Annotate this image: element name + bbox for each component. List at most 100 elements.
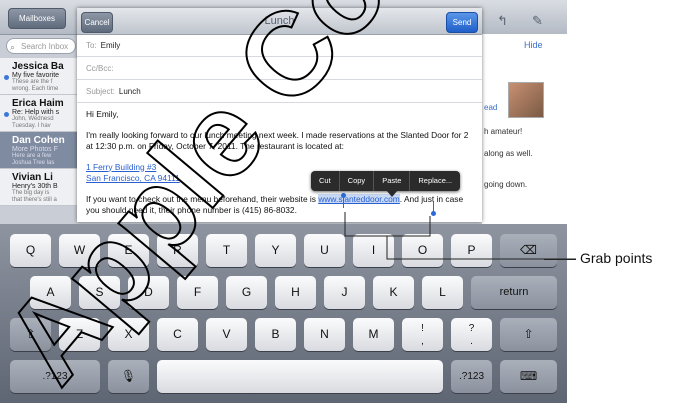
key-l[interactable]: L	[422, 276, 463, 309]
reply-icon[interactable]: ↰	[497, 13, 508, 29]
backspace-key[interactable]: ⌫	[500, 234, 557, 267]
key-p[interactable]: P	[451, 234, 492, 267]
address-link[interactable]: 1 Ferry Building #3	[86, 162, 156, 172]
key-bottom-char: .	[470, 336, 473, 347]
cc-bcc-label: Cc/Bcc:	[86, 64, 114, 73]
key-y[interactable]: Y	[255, 234, 296, 267]
compose-icon[interactable]: ✎	[532, 13, 543, 29]
detail-text: h amateur!	[484, 127, 523, 136]
compose-toolbar: Lunch Cancel Send	[77, 8, 482, 35]
ipad-screen: Mailboxes ↰ ✎ ⌕ Search Inbox Jessica Ba …	[0, 0, 567, 403]
microphone-icon: 🎙	[120, 369, 137, 383]
key-question[interactable]: ? .	[451, 318, 492, 351]
dictation-key[interactable]: 🎙	[108, 360, 149, 393]
list-item[interactable]: Dan Cohen More Photos F Here are a few J…	[0, 132, 85, 169]
end-grab-point[interactable]	[431, 211, 436, 216]
key-h[interactable]: H	[275, 276, 316, 309]
return-key[interactable]: return	[471, 276, 557, 309]
key-e[interactable]: E	[108, 234, 149, 267]
key-x[interactable]: X	[108, 318, 149, 351]
message-preview: Here are a few	[12, 153, 52, 159]
cancel-button[interactable]: Cancel	[81, 12, 113, 33]
cut-menu-item[interactable]: Cut	[311, 171, 340, 191]
to-field[interactable]: To: Emily	[77, 34, 482, 57]
delete-icon: ⌫	[520, 243, 537, 257]
message-body[interactable]: Hi Emily, I'm really looking forward to …	[86, 109, 476, 226]
paste-menu-item[interactable]: Paste	[374, 171, 411, 191]
cc-bcc-field[interactable]: Cc/Bcc:	[77, 57, 482, 80]
to-value: Emily	[100, 41, 121, 50]
key-bottom-char: ,	[421, 336, 424, 347]
key-top-char: ?	[468, 323, 475, 334]
message-subject: Henry's 30th B	[12, 183, 58, 190]
hide-button[interactable]: Hide	[524, 40, 543, 50]
key-k[interactable]: K	[373, 276, 414, 309]
search-icon: ⌕	[10, 42, 16, 52]
numbers-key[interactable]: .?123	[10, 360, 100, 393]
subject-field[interactable]: Subject: Lunch	[77, 80, 482, 103]
to-label: To:	[86, 41, 97, 50]
subject-value: Lunch	[118, 87, 141, 96]
key-j[interactable]: J	[324, 276, 365, 309]
space-bar[interactable]	[157, 360, 443, 393]
detail-text: going down.	[484, 180, 528, 189]
key-v[interactable]: V	[206, 318, 247, 351]
unread-dot	[4, 75, 9, 80]
message-preview: Joshua Tree las	[12, 160, 55, 166]
message-preview: John, Wednesd	[12, 116, 54, 122]
key-c[interactable]: C	[157, 318, 198, 351]
key-u[interactable]: U	[304, 234, 345, 267]
key-a[interactable]: A	[30, 276, 71, 309]
key-f[interactable]: F	[177, 276, 218, 309]
edit-menu: Cut Copy Paste Replace...	[311, 171, 461, 191]
greeting-text: Hi Emily,	[86, 109, 119, 119]
body-paragraph: I'm really looking forward to our lunch …	[86, 129, 469, 152]
onscreen-keyboard: Q W E R T Y U I O P ⌫ A S D F G H J K L …	[0, 224, 567, 403]
key-o[interactable]: O	[402, 234, 443, 267]
key-n[interactable]: N	[304, 318, 345, 351]
key-m[interactable]: M	[353, 318, 394, 351]
keyboard-icon: ⌨	[519, 369, 538, 383]
key-g[interactable]: G	[226, 276, 267, 309]
copy-menu-item[interactable]: Copy	[340, 171, 375, 191]
mailboxes-button[interactable]: Mailboxes	[8, 8, 66, 29]
numbers-key-right[interactable]: .?123	[451, 360, 492, 393]
key-top-char: !	[421, 323, 424, 334]
shift-key-right[interactable]: ⇧	[500, 318, 557, 351]
list-item[interactable]: Jessica Ba My five favorite These are th…	[0, 58, 85, 95]
message-preview: Tuesday. I hav	[12, 123, 51, 129]
callout-label: Grab points	[580, 250, 653, 266]
list-item[interactable]: Vivian Li Henry's 30th B The big day is …	[0, 169, 85, 206]
list-item[interactable]: Erica Haim Re: Help with s John, Wednesd…	[0, 95, 85, 132]
key-s[interactable]: S	[79, 276, 120, 309]
message-preview: The big day is	[12, 190, 50, 196]
hide-keyboard-key[interactable]: ⌨	[500, 360, 557, 393]
send-button[interactable]: Send	[446, 12, 478, 33]
body-text: If you want to check out the menu before…	[86, 193, 319, 204]
key-i[interactable]: I	[353, 234, 394, 267]
callout-line	[544, 259, 576, 260]
search-placeholder: Search Inbox	[21, 42, 69, 51]
edit-menu-arrow	[386, 190, 398, 197]
address-link[interactable]: San Francisco, CA 94111	[86, 173, 180, 183]
key-w[interactable]: W	[59, 234, 100, 267]
key-t[interactable]: T	[206, 234, 247, 267]
key-d[interactable]: D	[128, 276, 169, 309]
avatar	[508, 82, 544, 118]
message-subject: More Photos F	[12, 146, 58, 153]
detail-link[interactable]: ead	[484, 103, 497, 112]
key-exclamation[interactable]: ! ,	[402, 318, 443, 351]
message-subject: My five favorite	[12, 72, 60, 79]
shift-key-left[interactable]: ⇧	[10, 318, 51, 351]
message-sender: Dan Cohen	[12, 135, 65, 146]
search-field[interactable]: ⌕ Search Inbox	[6, 38, 76, 54]
message-list: Jessica Ba My five favorite These are th…	[0, 58, 85, 206]
start-grab-point[interactable]	[341, 193, 346, 198]
replace-menu-item[interactable]: Replace...	[410, 171, 460, 191]
key-b[interactable]: B	[255, 318, 296, 351]
key-q[interactable]: Q	[10, 234, 51, 267]
key-r[interactable]: R	[157, 234, 198, 267]
compose-title: Lunch	[264, 15, 295, 27]
key-z[interactable]: Z	[59, 318, 100, 351]
message-preview: that there's still a	[12, 197, 57, 203]
